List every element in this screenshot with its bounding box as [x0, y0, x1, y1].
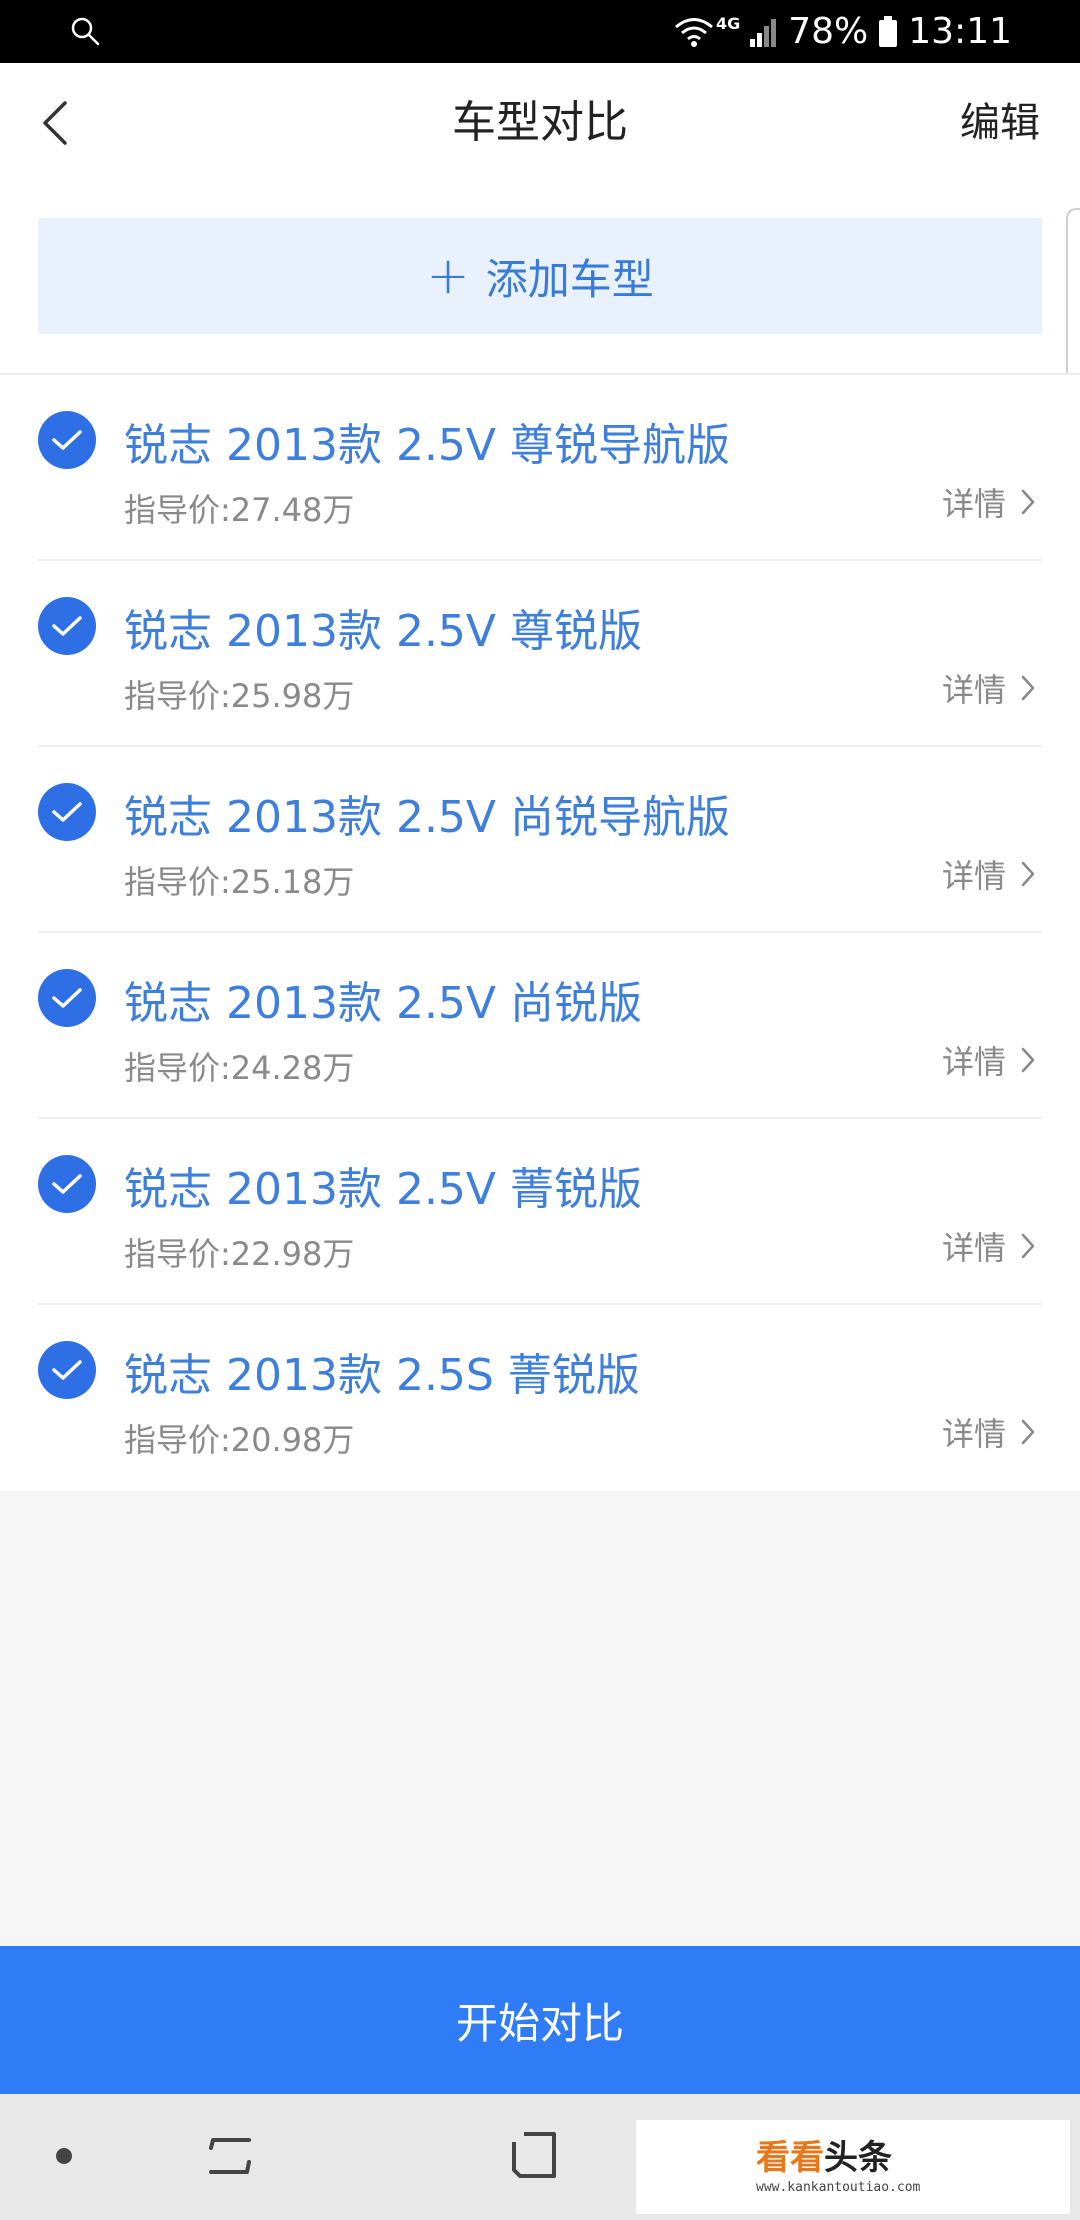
- chevron-right-icon: [1021, 1233, 1035, 1259]
- car-name: 锐志 2013款 2.5V 尚锐导航版: [124, 792, 731, 843]
- watermark: 看看头条 www.kankantoutiao.com: [636, 2120, 1070, 2214]
- car-price: 指导价:22.98万: [124, 1235, 355, 1273]
- chevron-right-icon: [1021, 1047, 1035, 1073]
- chevron-right-icon: [1021, 1419, 1035, 1445]
- checkbox-checked[interactable]: [38, 597, 96, 655]
- check-icon: [52, 1174, 82, 1194]
- watermark-rest: 头条: [824, 2138, 892, 2178]
- car-name: 锐志 2013款 2.5S 菁锐版: [124, 1350, 640, 1401]
- add-section: + 添加车型: [0, 183, 1080, 373]
- detail-link[interactable]: 详情: [942, 1223, 1036, 1269]
- checkbox-checked[interactable]: [38, 1155, 96, 1213]
- car-name: 锐志 2013款 2.5V 尊锐导航版: [124, 420, 731, 471]
- search-icon: [71, 17, 100, 46]
- overview-icon[interactable]: [510, 2130, 562, 2182]
- car-list: 锐志 2013款 2.5V 尊锐导航版 指导价:27.48万 详情 锐志 201…: [0, 375, 1080, 1491]
- chevron-right-icon: [1021, 675, 1035, 701]
- checkbox-checked[interactable]: [38, 969, 96, 1027]
- edit-button[interactable]: 编辑: [960, 63, 1040, 183]
- add-car-label: 添加车型: [485, 254, 654, 304]
- detail-link[interactable]: 详情: [942, 851, 1036, 897]
- detail-link[interactable]: 详情: [942, 665, 1036, 711]
- watermark-title: 看看头条: [756, 2130, 892, 2179]
- battery-percent: 78%: [788, 11, 869, 52]
- car-price: 指导价:25.18万: [124, 863, 355, 901]
- page-title: 车型对比: [452, 97, 628, 148]
- detail-label: 详情: [941, 1229, 1006, 1267]
- car-name: 锐志 2013款 2.5V 菁锐版: [124, 1164, 643, 1215]
- car-list-item[interactable]: 锐志 2013款 2.5S 菁锐版 指导价:20.98万 详情: [0, 1305, 1080, 1491]
- detail-label: 详情: [941, 485, 1006, 523]
- detail-link[interactable]: 详情: [942, 1037, 1036, 1083]
- detail-label: 详情: [941, 1043, 1006, 1081]
- add-car-button[interactable]: + 添加车型: [38, 218, 1042, 334]
- check-icon: [52, 1360, 82, 1380]
- car-name: 锐志 2013款 2.5V 尊锐版: [124, 606, 643, 657]
- watermark-brand: 看看: [756, 2138, 824, 2178]
- car-list-item[interactable]: 锐志 2013款 2.5V 尚锐导航版 指导价:25.18万 详情: [0, 747, 1080, 933]
- detail-link[interactable]: 详情: [942, 1409, 1036, 1455]
- detail-link[interactable]: 详情: [942, 479, 1036, 525]
- detail-label: 详情: [941, 857, 1006, 895]
- network-type: 4G: [715, 14, 741, 33]
- watermark-url: www.kankantoutiao.com: [756, 2180, 921, 2195]
- clock: 13:11: [908, 11, 1012, 52]
- car-list-item[interactable]: 锐志 2013款 2.5V 尚锐版 指导价:24.28万 详情: [0, 933, 1080, 1119]
- car-list-item[interactable]: 锐志 2013款 2.5V 尊锐版 指导价:25.98万 详情: [0, 561, 1080, 747]
- chevron-right-icon: [1021, 861, 1035, 887]
- status-indicators: 4G 78% 13:11: [674, 0, 1012, 63]
- checkbox-checked[interactable]: [38, 783, 96, 841]
- battery-icon: [879, 15, 898, 47]
- check-icon: [52, 802, 82, 822]
- car-list-item[interactable]: 锐志 2013款 2.5V 尊锐导航版 指导价:27.48万 详情: [0, 375, 1080, 561]
- start-compare-button[interactable]: 开始对比: [0, 1946, 1080, 2094]
- recent-apps-icon[interactable]: [205, 2130, 257, 2182]
- app-header: 车型对比 编辑: [0, 63, 1080, 183]
- car-name: 锐志 2013款 2.5V 尚锐版: [124, 978, 643, 1029]
- check-icon: [52, 988, 82, 1008]
- car-list-item[interactable]: 锐志 2013款 2.5V 菁锐版 指导价:22.98万 详情: [0, 1119, 1080, 1305]
- screen: 4G 78% 13:11 车型对比 编辑 + 添加车型 锐志 2013款 2.5…: [0, 0, 1080, 2220]
- detail-label: 详情: [941, 1415, 1006, 1453]
- chevron-right-icon: [1021, 489, 1035, 515]
- status-bar: 4G 78% 13:11: [0, 0, 1080, 63]
- car-price: 指导价:20.98万: [124, 1421, 355, 1459]
- checkbox-checked[interactable]: [38, 1341, 96, 1399]
- car-price: 指导价:25.98万: [124, 677, 355, 715]
- detail-label: 详情: [941, 671, 1006, 709]
- check-icon: [52, 430, 82, 450]
- signal-icon: [750, 18, 777, 47]
- nav-dot-icon[interactable]: [56, 2148, 72, 2164]
- plus-icon: +: [426, 246, 470, 306]
- check-icon: [52, 616, 82, 636]
- wifi-icon: [675, 17, 713, 47]
- car-price: 指导价:27.48万: [124, 491, 355, 529]
- car-price: 指导价:24.28万: [124, 1049, 355, 1087]
- checkbox-checked[interactable]: [38, 411, 96, 469]
